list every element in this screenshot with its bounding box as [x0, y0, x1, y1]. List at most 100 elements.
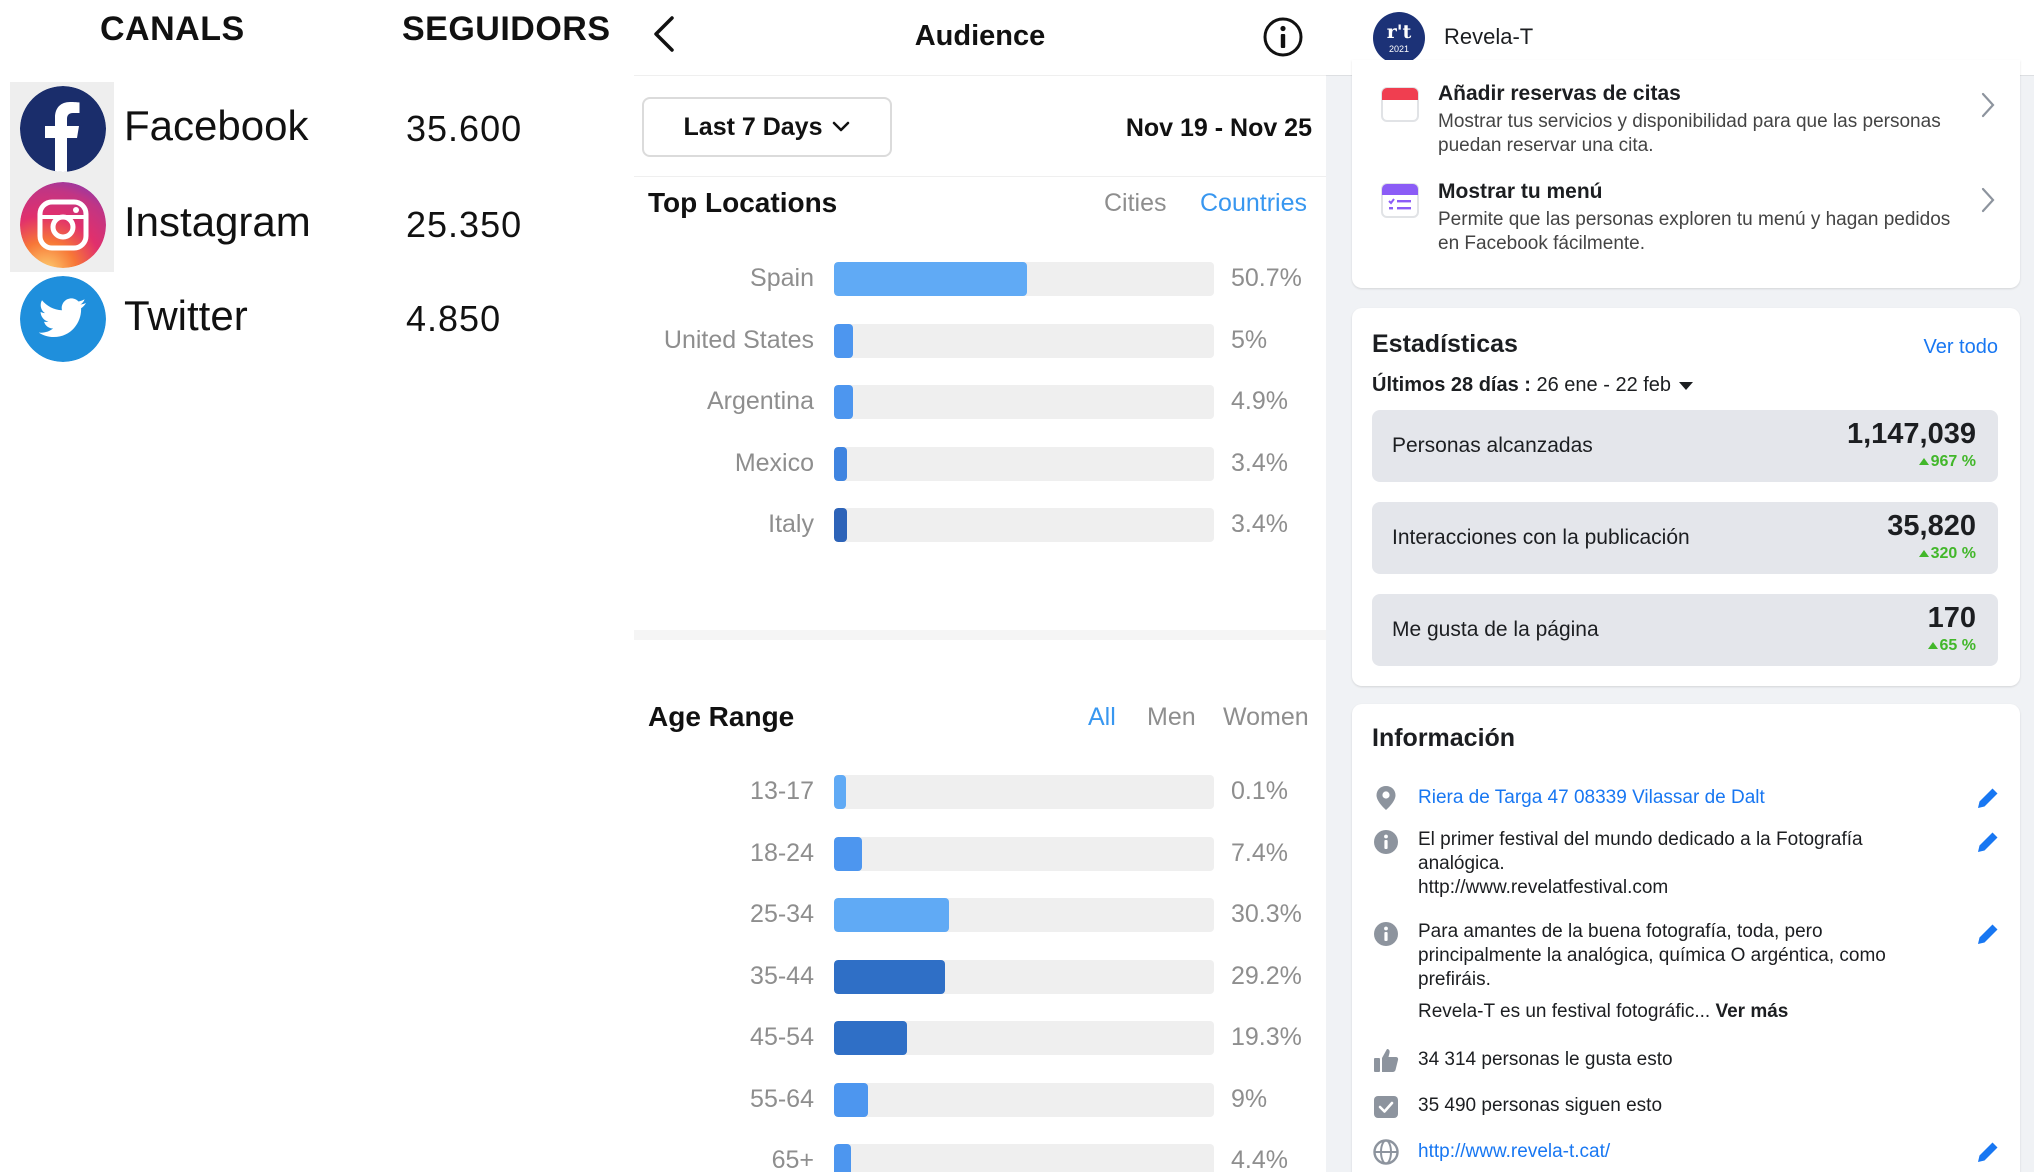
- tab-cities[interactable]: Cities: [1104, 189, 1167, 218]
- calendar-icon: [1381, 87, 1419, 122]
- metric-page-likes[interactable]: Me gusta de la página 170 65 %: [1372, 594, 1998, 666]
- bar-fill: [834, 446, 847, 481]
- bar-fill: [834, 775, 846, 809]
- globe-icon: [1373, 1139, 1399, 1165]
- page-title: Audience: [914, 20, 1046, 52]
- tab-men[interactable]: Men: [1147, 703, 1196, 732]
- bar-label: Mexico: [734, 448, 814, 477]
- service-description: Mostrar tus servicios y disponibilidad p…: [1438, 111, 1941, 156]
- arrow-up-icon: [1918, 458, 1929, 465]
- edit-pencil-icon[interactable]: [1974, 784, 2002, 812]
- metric-change: 320 %: [1918, 545, 1976, 563]
- about-more-text: Revela-T es un festival fotográfic... Ve…: [1418, 1000, 1938, 1024]
- bar-value: 30.3%: [1231, 900, 1302, 928]
- bar-row: 35-44 29.2%: [634, 959, 1326, 996]
- metric-change-value: 967 %: [1930, 453, 1976, 470]
- arrow-up-icon: [1918, 550, 1929, 557]
- metric-label: Me gusta de la página: [1392, 618, 1599, 641]
- chevron-right-icon: [1981, 187, 1995, 213]
- info-circle-icon: [1374, 830, 1398, 854]
- bar-fill: [834, 1082, 869, 1117]
- service-description: Permite que las personas exploren tu men…: [1438, 209, 1951, 254]
- bar-value: 7.4%: [1231, 838, 1288, 867]
- bar-row: 25-34 30.3%: [634, 898, 1326, 934]
- channel-name: Twitter: [124, 292, 248, 339]
- audience-header: Audience: [634, 0, 1326, 76]
- metric-label: Personas alcanzadas: [1392, 434, 1593, 457]
- bar-value: 4.9%: [1231, 387, 1288, 415]
- twitter-icon: [20, 276, 106, 362]
- page-name[interactable]: Revela-T: [1444, 24, 1533, 50]
- metric-label: Interacciones con la publicación: [1392, 526, 1690, 549]
- bar-label: Spain: [750, 264, 814, 292]
- bar-track: [834, 1144, 1214, 1172]
- about-text: Para amantes de la buena fotografía, tod…: [1418, 921, 1886, 990]
- edit-pencil-icon[interactable]: [1974, 920, 2002, 948]
- website-link[interactable]: http://www.revela-t.cat/: [1418, 1140, 1938, 1164]
- statistics-title: Estadísticas: [1372, 330, 1518, 358]
- metric-interactions[interactable]: Interacciones con la publicación 35,820 …: [1372, 502, 1998, 574]
- bar-fill: [834, 1144, 851, 1172]
- bar-fill: [834, 323, 853, 358]
- channel-row-facebook: Facebook 35.600: [10, 82, 630, 178]
- info-icon[interactable]: [1262, 16, 1304, 58]
- bar-row: Italy 3.4%: [634, 508, 1326, 544]
- bar-row: 13-17 0.1%: [634, 775, 1326, 811]
- information-card: Información Riera de Targa 47 08339 Vila…: [1352, 704, 2020, 1172]
- chevron-right-icon: [1981, 92, 1995, 118]
- bar-label: 65+: [771, 1146, 814, 1172]
- channel-name: Instagram: [124, 198, 311, 245]
- bar-value: 4.4%: [1231, 1146, 1288, 1172]
- bar-fill: [834, 385, 853, 419]
- bar-row: 65+ 4.4%: [634, 1144, 1326, 1172]
- avatar-year: 2021: [1388, 44, 1410, 54]
- channels-header: CANALS: [100, 10, 245, 48]
- service-title: Añadir reservas de citas: [1438, 82, 1681, 105]
- bar-track: [834, 262, 1214, 296]
- bar-fill: [834, 508, 847, 542]
- chevron-down-icon: [833, 121, 850, 132]
- tab-countries[interactable]: Countries: [1200, 189, 1307, 218]
- bar-track: [834, 959, 1214, 994]
- period-selector[interactable]: Últimos 28 días : 26 ene - 22 feb: [1372, 374, 1693, 397]
- about-description: El primer festival del mundo dedicado a …: [1418, 829, 1863, 874]
- bar-value: 0.1%: [1231, 777, 1288, 805]
- twitter-logo-box: [10, 272, 114, 368]
- likes-count: 34 314 personas le gusta esto: [1418, 1049, 1673, 1070]
- period-range: 26 ene - 22 feb: [1536, 374, 1672, 396]
- metric-change: 967 %: [1918, 453, 1976, 471]
- top-locations-title: Top Locations: [648, 187, 838, 218]
- edit-pencil-icon[interactable]: [1974, 828, 2002, 856]
- channel-followers: 25.350: [406, 204, 523, 245]
- arrow-up-icon: [1927, 642, 1938, 649]
- about-snippet: Revela-T es un festival fotográfic...: [1418, 1001, 1711, 1022]
- bar-value: 50.7%: [1231, 264, 1302, 292]
- bar-track: [834, 898, 1214, 932]
- bar-value: 3.4%: [1231, 448, 1288, 477]
- about-url: http://www.revelatfestival.com: [1418, 877, 1669, 898]
- tab-women[interactable]: Women: [1223, 703, 1309, 732]
- date-filter-dropdown[interactable]: Last 7 Days: [642, 97, 892, 157]
- bar-value: 3.4%: [1231, 510, 1288, 538]
- bar-label: 55-64: [750, 1084, 814, 1113]
- see-all-link[interactable]: Ver todo: [1923, 336, 1998, 359]
- bar-value: 5%: [1231, 325, 1268, 354]
- age-range-title: Age Range: [648, 701, 795, 732]
- metric-value: 170: [1927, 602, 1976, 634]
- date-range: Nov 19 - Nov 25: [1125, 114, 1312, 142]
- bar-fill: [834, 959, 945, 994]
- bar-value: 9%: [1231, 1084, 1268, 1113]
- edit-pencil-icon[interactable]: [1974, 1138, 2002, 1166]
- bar-track: [834, 836, 1214, 871]
- address-link[interactable]: Riera de Targa 47 08339 Vilassar de Dalt: [1418, 786, 1938, 810]
- see-more-link[interactable]: Ver más: [1715, 1001, 1788, 1022]
- metric-reach[interactable]: Personas alcanzadas 1,147,039 967 %: [1372, 410, 1998, 482]
- follow-check-icon: [1374, 1096, 1398, 1118]
- bar-row: Mexico 3.4%: [634, 446, 1326, 483]
- tab-all[interactable]: All: [1088, 703, 1116, 732]
- channel-followers: 4.850: [406, 298, 502, 339]
- instagram-logo-box: [10, 178, 114, 274]
- instagram-icon: [20, 182, 106, 268]
- avatar[interactable]: r't 2021: [1373, 12, 1425, 64]
- period-label: Últimos 28 días :: [1372, 374, 1531, 396]
